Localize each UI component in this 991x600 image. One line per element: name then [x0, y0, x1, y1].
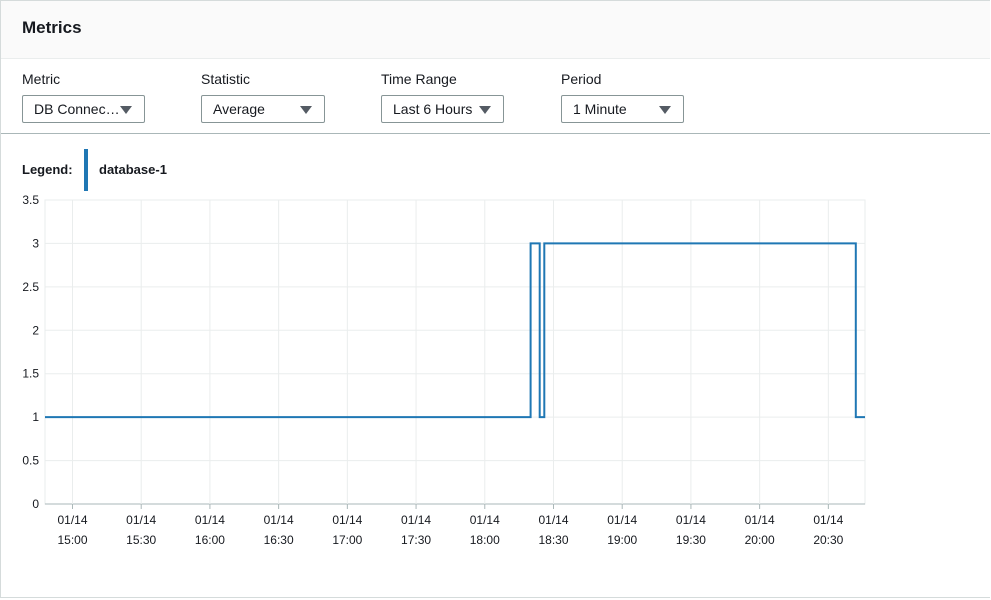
caret-down-icon	[659, 106, 671, 114]
caret-down-icon	[300, 106, 312, 114]
period-field: Period 1 Minute	[561, 69, 684, 123]
time-range-select-value: Last 6 Hours	[393, 101, 473, 117]
x-tick-time-label: 15:00	[57, 533, 87, 547]
plot-border	[44, 199, 866, 505]
legend-label: Legend:	[22, 162, 73, 177]
period-select[interactable]: 1 Minute	[561, 95, 684, 123]
x-tick-time-label: 20:00	[745, 533, 775, 547]
x-tick-date-label: 01/14	[813, 513, 843, 527]
statistic-label: Statistic	[201, 71, 251, 87]
x-tick-time-label: 18:00	[470, 533, 500, 547]
legend-series-name[interactable]: database-1	[99, 162, 167, 177]
y-tick-label: 1.5	[22, 367, 39, 381]
y-tick-label: 0	[32, 497, 39, 511]
x-tick-date-label: 01/14	[607, 513, 637, 527]
statistic-field: Statistic Average	[201, 69, 325, 123]
statistic-select[interactable]: Average	[201, 95, 325, 123]
period-label: Period	[561, 71, 602, 87]
x-tick-date-label: 01/14	[401, 513, 431, 527]
y-tick-label: 0.5	[22, 454, 39, 468]
time-range-select[interactable]: Last 6 Hours	[381, 95, 504, 123]
legend-swatch	[84, 149, 88, 191]
y-tick-label: 2.5	[22, 280, 39, 294]
x-tick-time-label: 15:30	[126, 533, 156, 547]
metric-select-value: DB Connec…	[34, 101, 120, 117]
x-tick-date-label: 01/14	[676, 513, 706, 527]
divider	[1, 133, 990, 134]
x-tick-time-label: 19:30	[676, 533, 706, 547]
x-tick-date-label: 01/14	[126, 513, 156, 527]
x-tick-time-label: 16:00	[195, 533, 225, 547]
x-tick-time-label: 19:00	[607, 533, 637, 547]
statistic-select-value: Average	[213, 101, 265, 117]
panel-title: Metrics	[22, 18, 82, 37]
y-tick-label: 2	[32, 323, 39, 337]
metric-field: Metric DB Connec…	[22, 69, 145, 123]
x-tick-date-label: 01/14	[745, 513, 775, 527]
caret-down-icon	[479, 106, 491, 114]
time-range-label: Time Range	[381, 71, 457, 87]
y-tick-label: 3.5	[22, 193, 39, 207]
x-tick-time-label: 20:30	[813, 533, 843, 547]
y-tick-label: 1	[32, 410, 39, 424]
x-tick-date-label: 01/14	[195, 513, 225, 527]
x-tick-date-label: 01/14	[57, 513, 87, 527]
period-select-value: 1 Minute	[573, 101, 627, 117]
line-chart: 0 0.5 1 1.5 2 2.5 3 3.5 01/14 15:00 01/14 15:30 01/1…	[22, 193, 866, 547]
x-tick-time-label: 18:30	[538, 533, 568, 547]
x-tick-time-label: 17:00	[332, 533, 362, 547]
x-tick-date-label: 01/14	[264, 513, 294, 527]
x-tick-time-label: 16:30	[264, 533, 294, 547]
metric-label: Metric	[22, 71, 61, 87]
x-tick-date-label: 01/14	[538, 513, 568, 527]
x-tick-date-label: 01/14	[470, 513, 500, 527]
x-tick-date-label: 01/14	[332, 513, 362, 527]
panel-header: Metrics	[1, 1, 990, 59]
y-tick-label: 3	[32, 236, 39, 250]
x-tick-time-label: 17:30	[401, 533, 431, 547]
caret-down-icon	[120, 106, 132, 114]
time-range-field: Time Range Last 6 Hours	[381, 69, 504, 123]
metrics-panel: Metrics Metric DB Connec… Statistic Aver…	[0, 0, 990, 598]
metric-select[interactable]: DB Connec…	[22, 95, 145, 123]
